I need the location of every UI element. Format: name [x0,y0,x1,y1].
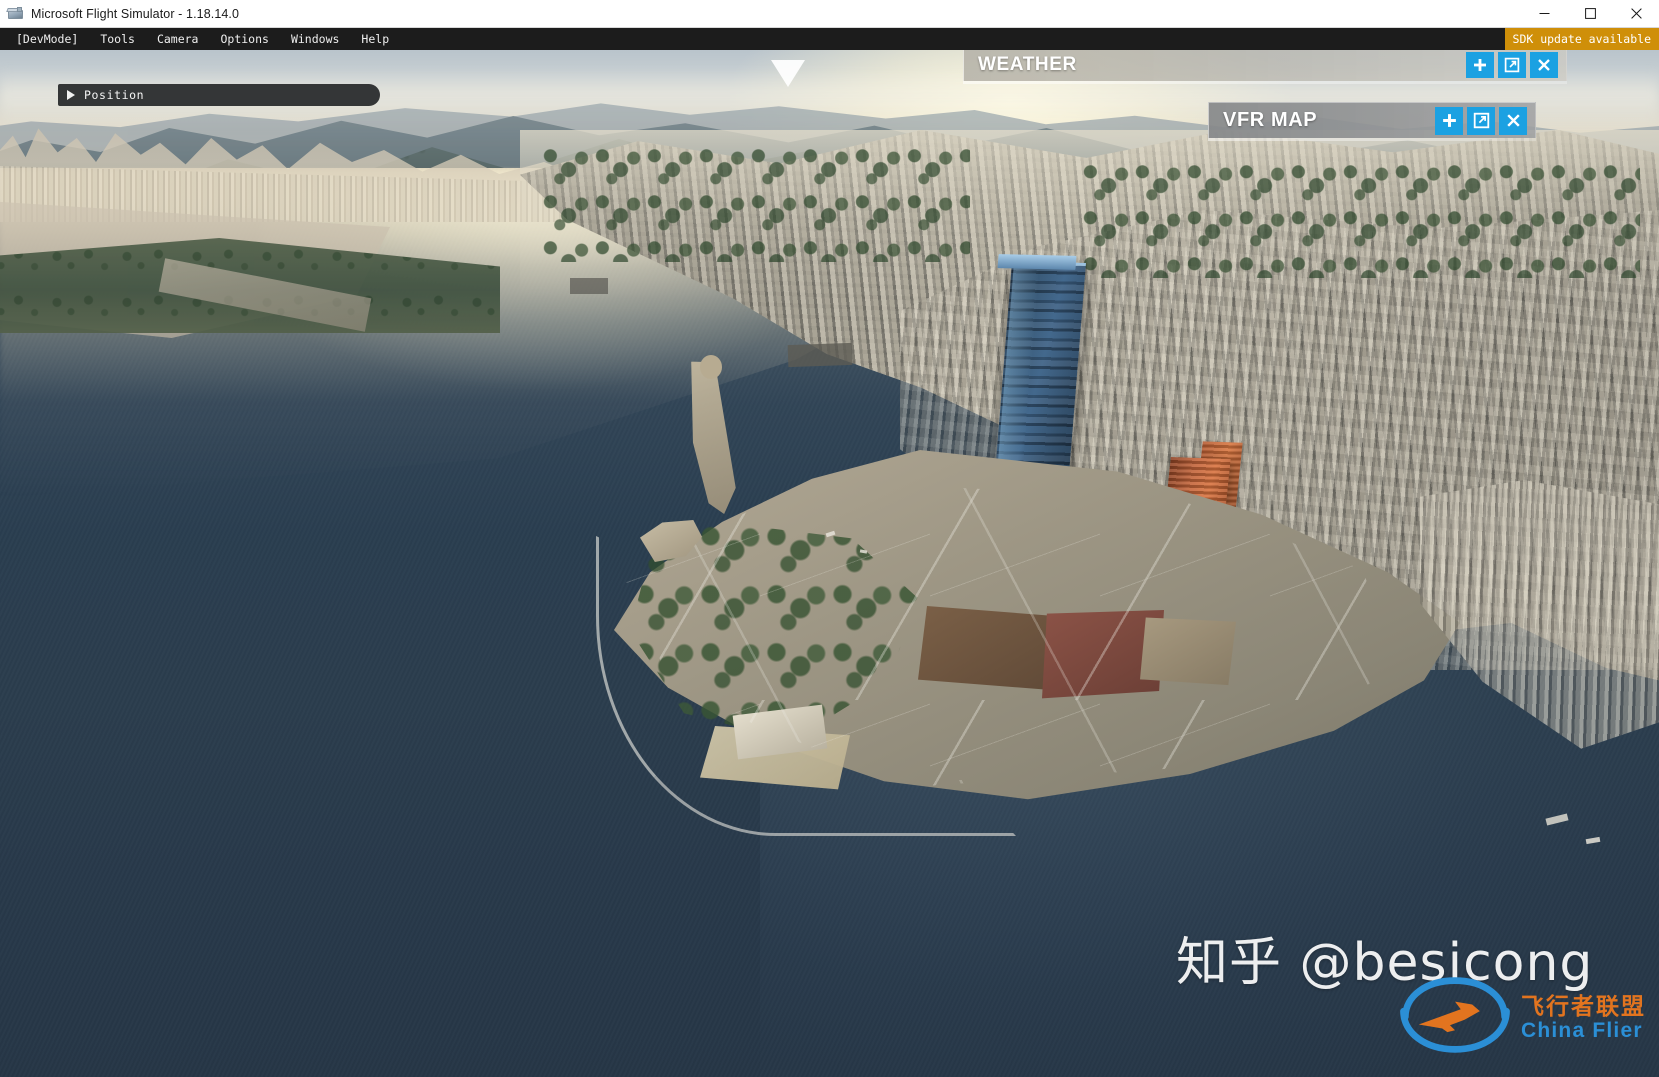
weather-panel-title: WEATHER [978,54,1077,76]
weather-panel[interactable]: WEATHER [963,47,1567,81]
minimize-icon [1539,8,1550,19]
skyscraper-roof [998,254,1077,270]
harbour-dock-structure [788,343,853,367]
position-debug-widget[interactable]: Position [58,84,380,106]
vfr-map-panel-buttons [1435,103,1535,138]
maximize-icon [1585,8,1596,19]
vfr-map-popout-button[interactable] [1467,107,1495,135]
vfr-map-panel[interactable]: VFR MAP [1208,102,1536,138]
vfr-map-panel-title: VFR MAP [1223,109,1317,132]
menu-item-devmode[interactable]: [DevMode] [5,28,89,50]
sdk-update-badge[interactable]: SDK update available [1505,28,1659,50]
menu-item-help[interactable]: Help [350,28,400,50]
minimize-button[interactable] [1521,0,1567,28]
vfr-map-add-button[interactable] [1435,107,1463,135]
harbour-breakwater-head [700,355,722,379]
vfr-map-panel-header[interactable]: VFR MAP [1208,102,1536,138]
flight-simulator-window: Position WEATHER [0,0,1659,1077]
close-icon [1631,8,1642,19]
weather-panel-buttons [1466,48,1566,81]
window-controls [1521,0,1659,28]
external-window-icon [1473,112,1490,129]
plus-icon [1472,57,1488,73]
maximize-button[interactable] [1567,0,1613,28]
menu-item-tools[interactable]: Tools [89,28,146,50]
external-window-icon [1504,57,1520,73]
aircraft-triangle-marker-icon [771,60,805,87]
hillside-trees-right [1080,158,1640,278]
window-titlebar[interactable]: Microsoft Flight Simulator - 1.18.14.0 [0,0,1659,28]
close-x-icon [1505,112,1522,129]
weather-add-button[interactable] [1466,52,1494,78]
window-title: Microsoft Flight Simulator - 1.18.14.0 [31,7,239,21]
close-button[interactable] [1613,0,1659,28]
close-x-icon [1536,57,1552,73]
weather-close-button[interactable] [1530,52,1558,78]
weather-popout-button[interactable] [1498,52,1526,78]
triangle-right-icon[interactable] [67,90,75,100]
weather-panel-header[interactable]: WEATHER [963,47,1567,81]
flight-simulator-icon [7,6,24,21]
menu-item-options[interactable]: Options [209,28,279,50]
hillside-trees-left [540,142,970,262]
main-menubar[interactable]: [DevMode] Tools Camera Options Windows H… [0,28,1659,50]
menu-item-camera[interactable]: Camera [146,28,210,50]
menu-item-windows[interactable]: Windows [280,28,350,50]
vfr-map-close-button[interactable] [1499,107,1527,135]
simulator-3d-viewport[interactable] [0,50,1659,1077]
plus-icon [1441,112,1458,129]
vfr-map-panel-divider [1208,138,1536,141]
weather-panel-divider [963,81,1567,84]
harbour-dock-structure-far [570,278,608,294]
position-widget-label: Position [84,88,144,102]
